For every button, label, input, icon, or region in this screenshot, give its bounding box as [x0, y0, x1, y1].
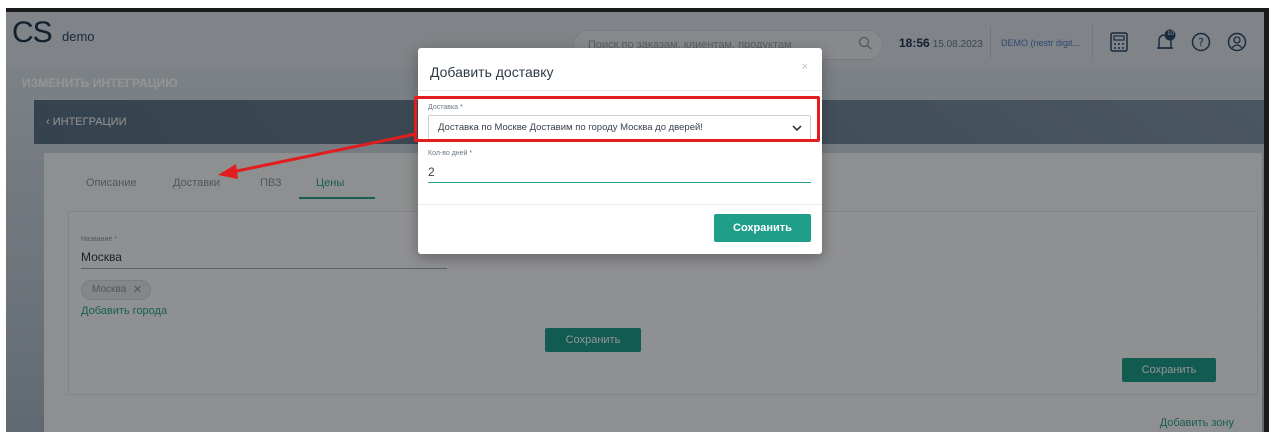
screenshot-frame: CS demo Поиск по заказам, клиентам, прод… — [6, 8, 1269, 432]
highlight-box — [414, 96, 820, 142]
days-label: Кол-во дней * — [428, 150, 473, 157]
close-icon[interactable]: × — [802, 61, 808, 73]
days-input[interactable]: 2 — [428, 165, 435, 179]
modal-divider — [418, 204, 822, 205]
modal-save-button[interactable]: Сохранить — [714, 214, 811, 242]
app-window: CS demo Поиск по заказам, клиентам, прод… — [6, 12, 1264, 432]
days-input-underline — [428, 182, 811, 183]
add-delivery-modal: Добавить доставку × Доставка * Доставка … — [418, 48, 822, 254]
modal-title: Добавить доставку — [430, 64, 554, 80]
modal-divider — [418, 90, 822, 91]
